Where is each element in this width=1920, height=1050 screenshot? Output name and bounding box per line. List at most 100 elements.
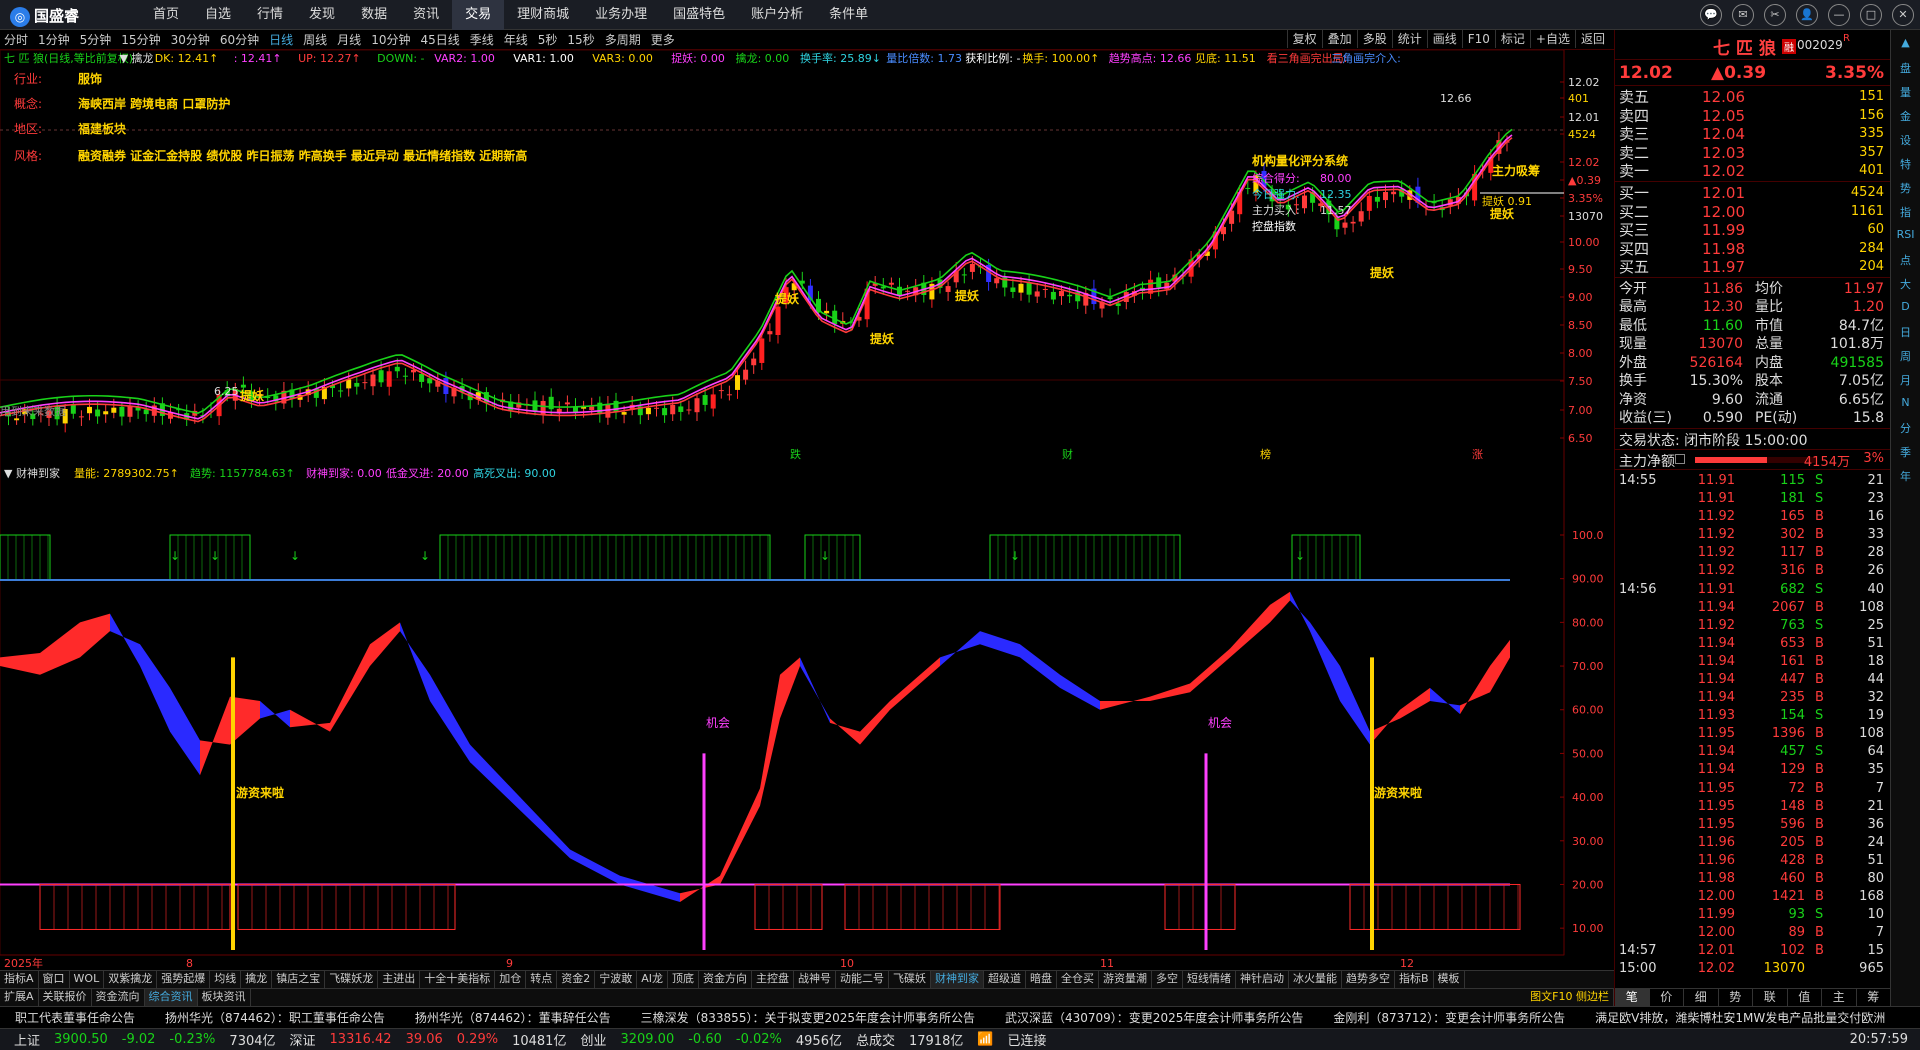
period-tab-2[interactable]: 5分钟: [80, 30, 112, 50]
period-tab-9[interactable]: 10分钟: [371, 30, 410, 50]
indicator-tab-32[interactable]: 指标B: [1395, 971, 1434, 988]
indicator-tab-5[interactable]: 均线: [210, 971, 241, 988]
main-flow-toggle-icon[interactable]: [1675, 454, 1685, 464]
maximize-icon[interactable]: □: [1860, 4, 1882, 26]
book-row[interactable]: 买二 12.00 1161: [1615, 203, 1890, 222]
news-item[interactable]: 金刚利（873712）：变更会计师事务所公告: [1318, 1007, 1580, 1028]
indicator-tab-22[interactable]: 财神到家: [931, 971, 984, 988]
quote-tab-2[interactable]: 细: [1684, 989, 1719, 1006]
nav-item-10[interactable]: 账户分析: [738, 0, 816, 30]
indicator-tab-10[interactable]: 十全十美指标: [420, 971, 495, 988]
side-tool-icon[interactable]: 盘: [1895, 60, 1917, 78]
indicator-tab-30[interactable]: 冰火量能: [1289, 971, 1342, 988]
indicator-tab-8[interactable]: 飞碟妖龙: [325, 971, 378, 988]
quote-tab-1[interactable]: 价: [1650, 989, 1685, 1006]
news-item[interactable]: 扬州华光（874462）：职工董事任命公告: [150, 1007, 400, 1028]
side-tool-icon[interactable]: 特: [1895, 156, 1917, 174]
indicator-tab-18[interactable]: 主控盘: [752, 971, 794, 988]
indicator-tab-2[interactable]: WOL: [70, 971, 105, 988]
period-tab-8[interactable]: 月线: [337, 30, 361, 50]
tool-button-0[interactable]: 复权: [1287, 30, 1322, 48]
indicator-tab-23[interactable]: 超级道: [984, 971, 1026, 988]
side-tool-icon[interactable]: D: [1895, 300, 1917, 318]
book-row[interactable]: 买一 12.01 4524: [1615, 184, 1890, 203]
indicator-tab-15[interactable]: AI龙: [637, 971, 668, 988]
close-icon[interactable]: ✕: [1892, 4, 1914, 26]
nav-item-5[interactable]: 资讯: [400, 0, 452, 30]
indicator-tab-11[interactable]: 加仓: [495, 971, 526, 988]
quote-tab-4[interactable]: 联: [1753, 989, 1788, 1006]
nav-item-2[interactable]: 行情: [244, 0, 296, 30]
tools-icon[interactable]: ✂: [1764, 4, 1786, 26]
tool-button-5[interactable]: F10: [1462, 30, 1495, 48]
app-logo[interactable]: ◎ 国盛睿: [10, 5, 79, 27]
period-tab-12[interactable]: 年线: [504, 30, 528, 50]
period-tab-11[interactable]: 季线: [470, 30, 494, 50]
indicator-tab-1[interactable]: 窗口: [39, 971, 70, 988]
news-item[interactable]: 满足欧V排放，潍柴博杜安1MW发电产品批量交付欧洲: [1580, 1007, 1900, 1028]
sub-indicator-name[interactable]: ▼ 财神到家: [4, 466, 60, 480]
tool-button-7[interactable]: +自选: [1530, 30, 1575, 48]
book-row[interactable]: 买三 11.99 60: [1615, 221, 1890, 240]
book-row[interactable]: 买五 11.97 204: [1615, 258, 1890, 277]
quote-tab-5[interactable]: 值: [1788, 989, 1823, 1006]
tool-button-4[interactable]: 画线: [1427, 30, 1462, 48]
indicator-tab-6[interactable]: 擒龙: [241, 971, 272, 988]
sz-label[interactable]: 深证: [290, 1030, 316, 1049]
kline-chart-area[interactable]: 七 匹 狼(日线,等比前复权) ▼ 擒龙 DK: 12.41↑: 12.41↑ UP:…: [0, 50, 1614, 955]
period-tab-15[interactable]: 多周期: [605, 30, 641, 50]
indicator-tab-31[interactable]: 趋势多空: [1342, 971, 1395, 988]
indicator-tab-12[interactable]: 转点: [526, 971, 557, 988]
nav-item-11[interactable]: 条件单: [816, 0, 881, 30]
side-tool-icon[interactable]: 势: [1895, 180, 1917, 198]
indicator-tab-0[interactable]: 指标A: [0, 971, 39, 988]
chart-canvas[interactable]: 七 匹 狼(日线,等比前复权)▼ 擒龙 DK: 12.41↑: 12.41↑ UP:…: [0, 50, 1614, 970]
nav-item-9[interactable]: 国盛特色: [660, 0, 738, 30]
quote-tab-6[interactable]: 主: [1822, 989, 1857, 1006]
tool-button-6[interactable]: 标记: [1495, 30, 1530, 48]
side-tool-icon[interactable]: 周: [1895, 348, 1917, 366]
period-tab-13[interactable]: 5秒: [538, 30, 558, 50]
period-tab-5[interactable]: 60分钟: [220, 30, 259, 50]
nav-item-4[interactable]: 数据: [348, 0, 400, 30]
period-tab-0[interactable]: 分时: [4, 30, 28, 50]
side-tool-icon[interactable]: N: [1895, 396, 1917, 414]
quote-tab-3[interactable]: 势: [1719, 989, 1754, 1006]
side-tool-icon[interactable]: ▲: [1895, 36, 1917, 54]
side-tool-icon[interactable]: 金: [1895, 108, 1917, 126]
nav-item-1[interactable]: 自选: [192, 0, 244, 30]
tool-button-8[interactable]: 返回: [1575, 30, 1610, 48]
news-item[interactable]: 武汉深蓝（430709）：变更2025年度会计师事务所公告: [990, 1007, 1318, 1028]
indicator-tab-25[interactable]: 全仓买: [1057, 971, 1099, 988]
extension-tab-0[interactable]: 扩展A: [0, 989, 39, 1006]
news-item[interactable]: 职工代表董事任命公告: [0, 1007, 150, 1028]
book-row[interactable]: 卖一 12.02 401: [1615, 162, 1890, 181]
side-tool-icon[interactable]: 点: [1895, 252, 1917, 270]
side-tool-icon[interactable]: 指: [1895, 204, 1917, 222]
indicator-tab-19[interactable]: 战神号: [794, 971, 836, 988]
indicator-tab-28[interactable]: 短线情绪: [1183, 971, 1236, 988]
indicator-tab-29[interactable]: 神针启动: [1236, 971, 1289, 988]
period-tab-16[interactable]: 更多: [651, 30, 675, 50]
period-tab-14[interactable]: 15秒: [567, 30, 594, 50]
period-tab-1[interactable]: 1分钟: [38, 30, 70, 50]
indicator-tab-33[interactable]: 模板: [1434, 971, 1465, 988]
side-tool-icon[interactable]: RSI: [1895, 228, 1917, 246]
tool-button-2[interactable]: 多股: [1357, 30, 1392, 48]
chat-icon[interactable]: 💬: [1700, 4, 1722, 26]
side-tool-icon[interactable]: 日: [1895, 324, 1917, 342]
period-tab-3[interactable]: 15分钟: [121, 30, 160, 50]
book-row[interactable]: 卖二 12.03 357: [1615, 144, 1890, 163]
extension-tab-1[interactable]: 关联报价: [39, 989, 92, 1006]
period-tab-10[interactable]: 45日线: [420, 30, 459, 50]
tool-button-3[interactable]: 统计: [1392, 30, 1427, 48]
indicator-tab-16[interactable]: 顶底: [668, 971, 699, 988]
tool-button-1[interactable]: 叠加: [1322, 30, 1357, 48]
side-tool-icon[interactable]: 分: [1895, 420, 1917, 438]
side-tool-icon[interactable]: 设: [1895, 132, 1917, 150]
sh-label[interactable]: 上证: [14, 1030, 40, 1049]
book-row[interactable]: 买四 11.98 284: [1615, 240, 1890, 259]
period-tab-7[interactable]: 周线: [303, 30, 327, 50]
side-tool-icon[interactable]: 大: [1895, 276, 1917, 294]
news-item[interactable]: 扬州华光（874462）：董事辞任公告: [400, 1007, 626, 1028]
